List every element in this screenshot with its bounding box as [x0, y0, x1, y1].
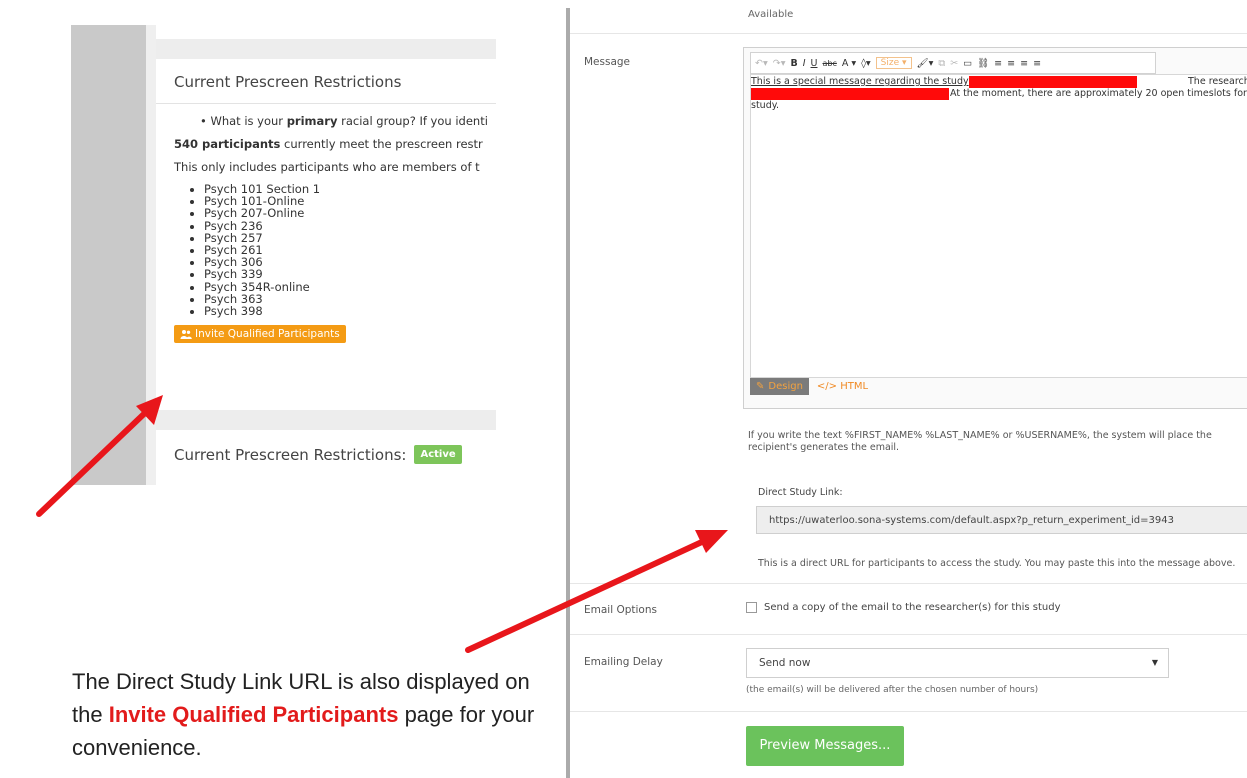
prescreen-status-card: Current Prescreen Restrictions: Active: [156, 430, 496, 485]
members-note: This only includes participants who are …: [174, 160, 480, 174]
card-top-remnant: [156, 25, 496, 39]
message-line: The researchers are: [1188, 76, 1247, 87]
row-divider: [570, 583, 1247, 584]
message-editor: ↶▾ ↷▾ B I U abc A ▾ ◊▾ Size ▾ 🖌▾ ⧉ ✂ ▭ ⛓…: [743, 47, 1247, 409]
preview-messages-button[interactable]: Preview Messages...: [746, 726, 904, 766]
email-options-label: Email Options: [584, 604, 657, 616]
format-brush-icon[interactable]: 🖌▾: [917, 58, 934, 69]
direct-study-link-field[interactable]: https://uwaterloo.sona-systems.com/defau…: [756, 506, 1247, 534]
left-spacer: [146, 25, 156, 485]
align-left-icon[interactable]: ≡: [994, 58, 1002, 69]
undo-icon[interactable]: ↶▾: [755, 58, 768, 69]
course-item: Psych 339: [204, 268, 478, 280]
email-copy-label: Send a copy of the email to the research…: [764, 602, 1061, 613]
highlight-icon[interactable]: ◊▾: [861, 58, 870, 69]
direct-study-link-help: This is a direct URL for participants to…: [758, 558, 1236, 569]
redaction-bar: [751, 88, 949, 100]
delay-selected-value: Send now: [759, 657, 811, 669]
align-justify-icon[interactable]: ≡: [1033, 58, 1041, 69]
strikethrough-button[interactable]: abc: [823, 59, 837, 68]
available-text: Available: [748, 9, 794, 20]
design-tab[interactable]: ✎ Design: [750, 378, 809, 395]
pencil-icon: ✎: [756, 381, 765, 392]
course-item: Psych 398: [204, 305, 478, 317]
invite-qualified-button[interactable]: Invite Qualified Participants: [174, 325, 346, 344]
editor-mode-bar: ✎ Design </> HTML: [750, 378, 868, 395]
message-line: This is a special message regarding the …: [751, 76, 969, 87]
participant-count: 540 participants currently meet the pres…: [174, 137, 483, 151]
left-gray-sidebar: [71, 25, 146, 485]
course-item: Psych 236: [204, 219, 478, 231]
html-tab[interactable]: </> HTML: [817, 381, 868, 392]
caption-highlight: Invite Qualified Participants: [108, 702, 399, 727]
copy-icon[interactable]: ⧉: [938, 58, 945, 69]
users-icon: [180, 330, 192, 340]
row-divider: [570, 711, 1247, 712]
email-copy-checkbox[interactable]: [746, 602, 757, 613]
row-divider: [570, 33, 1247, 34]
paste-icon[interactable]: ▭: [963, 58, 972, 69]
prescreen-status-row: Current Prescreen Restrictions: Active: [156, 430, 496, 479]
prescreen-body: • What is your primary racial group? If …: [156, 104, 496, 344]
prescreen-question: • What is your primary racial group? If …: [200, 114, 488, 128]
design-tab-label: Design: [768, 381, 803, 392]
bold-button[interactable]: B: [790, 58, 797, 69]
prescreen-card: Current Prescreen Restrictions • What is…: [156, 59, 496, 410]
prescreen-title: Current Prescreen Restrictions: [156, 59, 496, 104]
email-copy-option[interactable]: Send a copy of the email to the research…: [746, 602, 1061, 613]
delay-note: (the email(s) will be delivered after th…: [746, 685, 1039, 695]
underline-button[interactable]: U: [811, 58, 818, 69]
message-textarea[interactable]: This is a special message regarding the …: [750, 74, 1247, 378]
italic-button[interactable]: I: [803, 58, 806, 69]
email-form-panel: Available Message ↶▾ ↷▾ B I U abc A ▾ ◊▾…: [570, 0, 1247, 778]
row-divider: [570, 634, 1247, 635]
placeholder-hint: If you write the text %FIRST_NAME% %LAST…: [748, 430, 1212, 453]
align-right-icon[interactable]: ≡: [1020, 58, 1028, 69]
redo-icon[interactable]: ↷▾: [773, 58, 786, 69]
caption-text: The Direct Study Link URL is also displa…: [72, 669, 535, 760]
course-item: Psych 354R-online: [204, 280, 478, 292]
active-badge: Active: [414, 445, 462, 464]
dropdown-caret-icon: ▼: [1151, 658, 1158, 667]
emailing-delay-label: Emailing Delay: [584, 656, 663, 668]
invite-button-label: Invite Qualified Participants: [195, 328, 340, 341]
font-color-button[interactable]: A ▾: [842, 58, 856, 69]
message-line: At the moment, there are approximately 2…: [950, 88, 1247, 99]
editor-toolbar: ↶▾ ↷▾ B I U abc A ▾ ◊▾ Size ▾ 🖌▾ ⧉ ✂ ▭ ⛓…: [750, 52, 1156, 74]
prescreen-panel: Current Prescreen Restrictions • What is…: [71, 25, 496, 485]
link-icon[interactable]: ⛓: [977, 58, 989, 69]
course-item: Psych 207-Online: [204, 207, 478, 219]
direct-study-link-label: Direct Study Link:: [758, 487, 843, 498]
redaction-bar: [969, 76, 1137, 88]
course-list: Psych 101 Section 1 Psych 101-Online Psy…: [174, 183, 478, 317]
message-label: Message: [584, 56, 631, 68]
message-line: study.: [751, 100, 780, 111]
align-center-icon[interactable]: ≡: [1007, 58, 1015, 69]
emailing-delay-select[interactable]: Send now ▼: [746, 648, 1169, 678]
cut-icon[interactable]: ✂: [950, 58, 958, 69]
font-size-select[interactable]: Size ▾: [875, 57, 912, 69]
prescreen-status-title: Current Prescreen Restrictions:: [174, 445, 407, 464]
